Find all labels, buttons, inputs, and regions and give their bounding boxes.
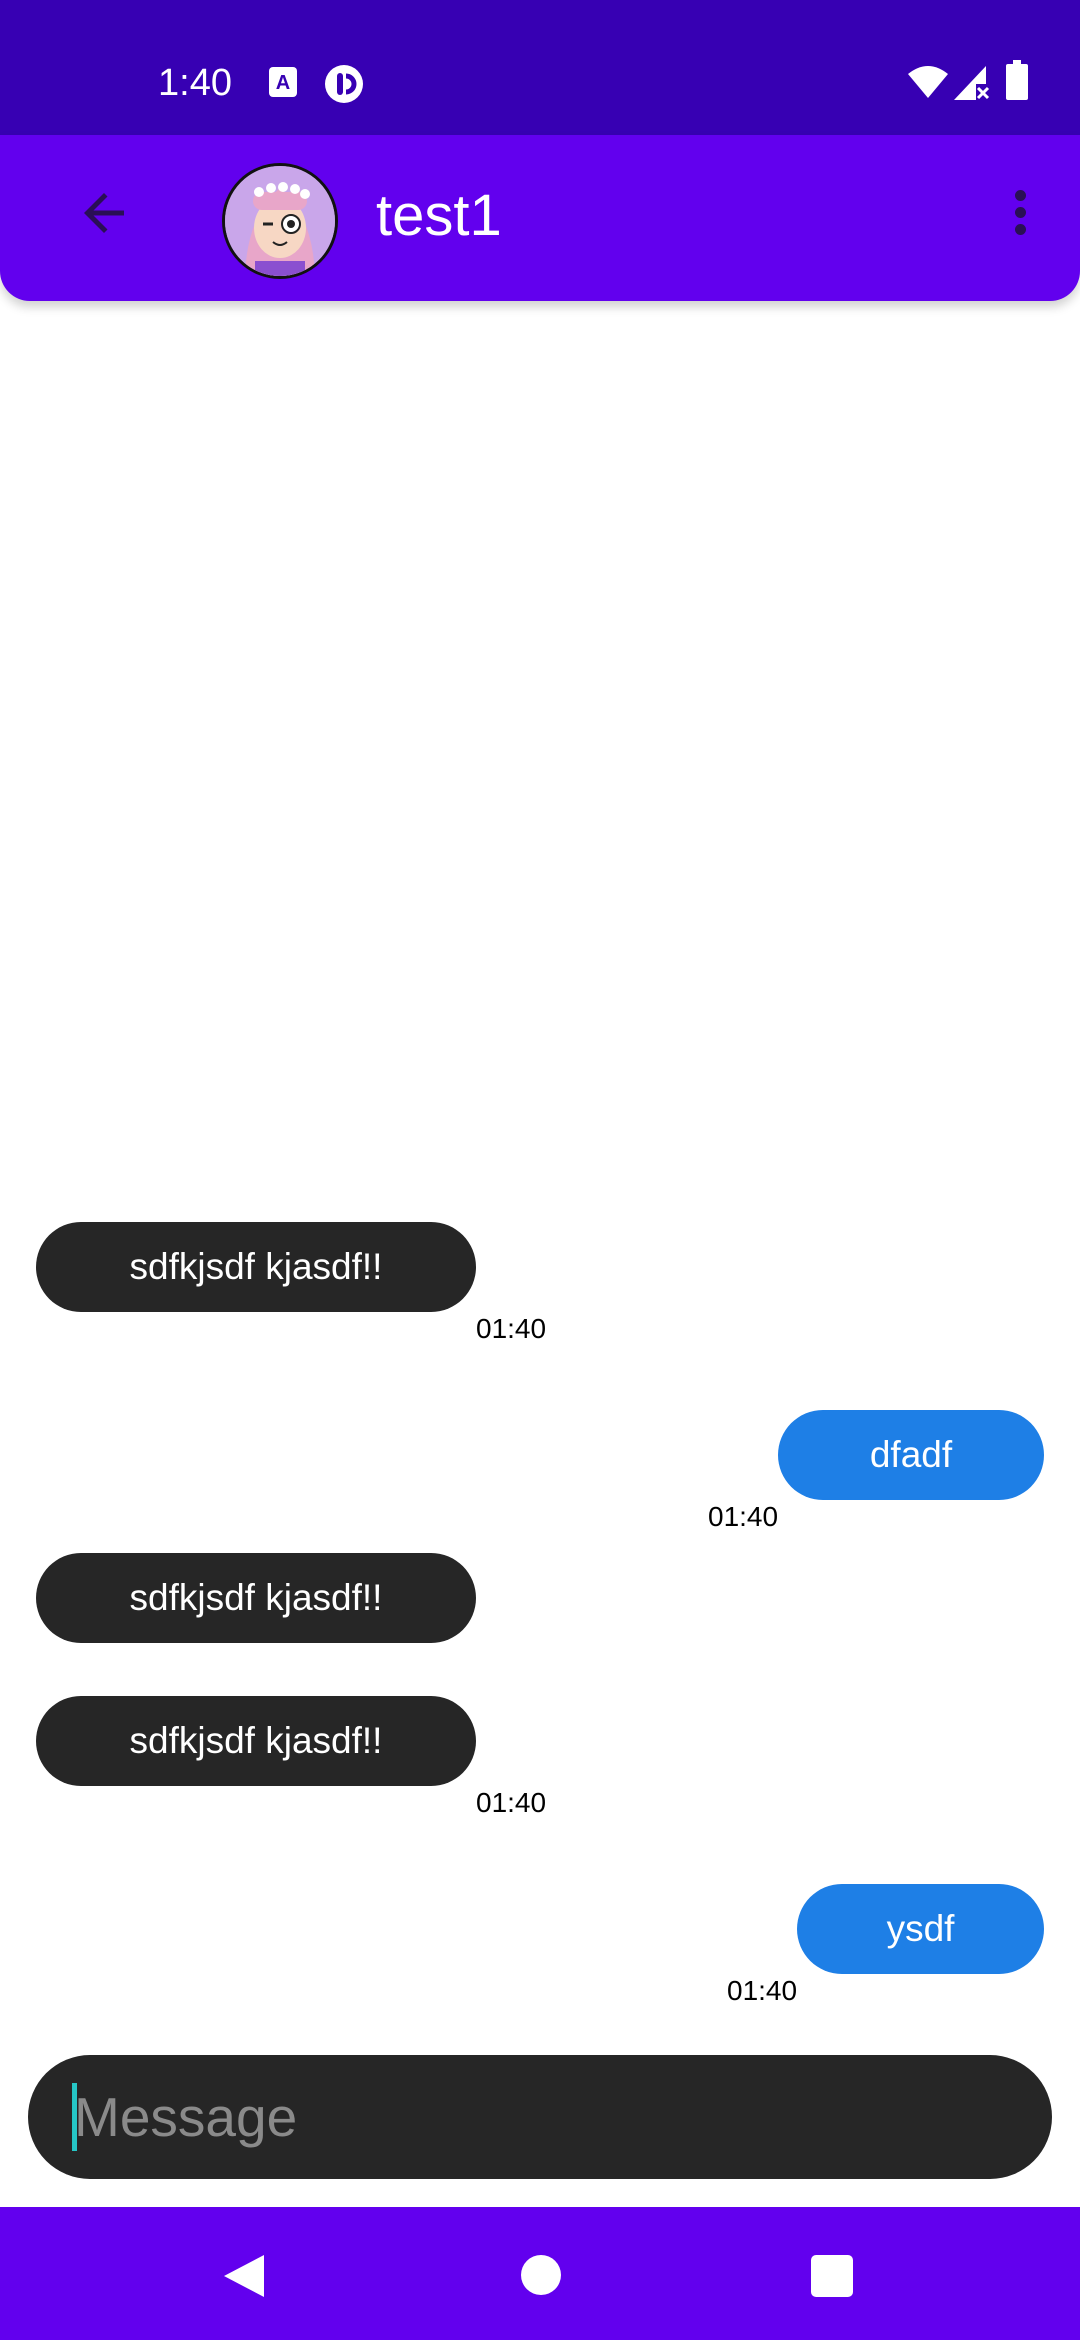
nav-recents-icon[interactable] [811,2255,853,2297]
message-text: dfadf [869,1434,953,1475]
nav-home-icon[interactable] [521,2255,561,2295]
incoming-message-bubble[interactable]: sdfkjsdf kjasdf!! [36,1222,476,1312]
message-text: sdfkjsdf kjasdf!! [129,1720,383,1761]
app-bar: test1 [0,135,1080,301]
contact-avatar[interactable] [222,163,338,279]
translate-notification-icon: A [268,66,298,103]
wifi-icon [906,64,950,105]
text-caret [72,2083,77,2151]
signal-icon [952,62,990,107]
incoming-message-bubble[interactable]: sdfkjsdf kjasdf!! [36,1553,476,1643]
message-text: sdfkjsdf kjasdf!! [129,1577,383,1618]
app-notification-icon [324,64,364,109]
chat-title: test1 [376,183,502,248]
outgoing-message-bubble[interactable]: dfadf [778,1410,1044,1500]
message-input[interactable] [28,2055,1052,2179]
more-vert-icon[interactable] [1000,185,1040,255]
svg-text:A: A [276,72,290,94]
navigation-bar [0,2207,1080,2340]
message-time: 01:40 [476,1313,547,1344]
message-time: 01:40 [708,1501,779,1532]
outgoing-message-bubble[interactable]: ysdf [797,1884,1044,1974]
message-text: sdfkjsdf kjasdf!! [129,1246,383,1287]
status-time: 1:40 [158,62,232,104]
arrow-back-icon[interactable] [74,183,154,263]
message-time: 01:40 [727,1975,798,2006]
nav-back-icon[interactable] [222,2253,266,2299]
battery-icon [1006,60,1028,105]
status-bar: 1:40 A [0,0,1080,135]
message-text: ysdf [886,1908,955,1949]
message-time: 01:40 [476,1787,547,1818]
incoming-message-bubble[interactable]: sdfkjsdf kjasdf!! [36,1696,476,1786]
